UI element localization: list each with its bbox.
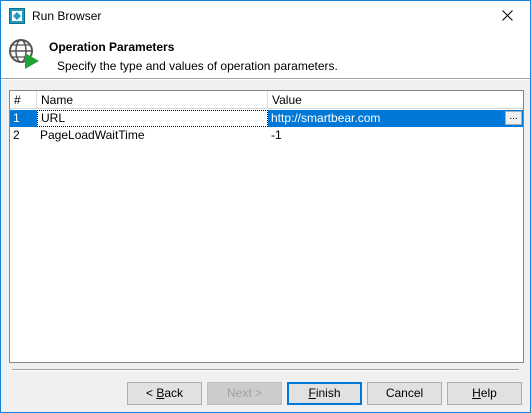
window-title: Run Browser	[32, 9, 102, 23]
parameters-grid[interactable]: # Name Value 1 URL http://smartbear.com …	[9, 90, 524, 363]
column-header-value[interactable]: Value	[268, 91, 523, 109]
edit-value-button[interactable]: ...	[505, 111, 522, 125]
row-number: 1	[10, 110, 37, 127]
help-button[interactable]: Help	[447, 382, 522, 405]
param-name-cell[interactable]: PageLoadWaitTime	[37, 127, 268, 144]
cancel-button[interactable]: Cancel	[367, 382, 442, 405]
globe-play-icon	[9, 39, 39, 69]
param-value-cell[interactable]: http://smartbear.com ...	[268, 110, 523, 127]
page-subtitle: Specify the type and values of operation…	[57, 59, 338, 73]
next-button[interactable]: Next >	[207, 382, 282, 405]
back-label-suffix: ack	[164, 386, 184, 400]
finish-label-suffix: inish	[315, 386, 341, 400]
param-value-cell[interactable]: -1	[268, 127, 523, 144]
param-value-text: -1	[271, 128, 282, 142]
run-browser-dialog: Run Browser Operation Parameters Specify…	[0, 0, 531, 413]
header-divider-highlight	[1, 79, 530, 80]
close-icon	[501, 10, 513, 21]
wizard-header: Operation Parameters Specify the type an…	[1, 31, 530, 78]
help-label-suffix: elp	[480, 386, 497, 400]
param-name-cell[interactable]: URL	[37, 110, 268, 127]
table-row[interactable]: 2 PageLoadWaitTime -1	[10, 127, 523, 144]
footer-divider-highlight	[12, 370, 519, 371]
page-title: Operation Parameters	[49, 40, 175, 54]
finish-label-access-key: F	[308, 386, 316, 400]
finish-button[interactable]: Finish	[287, 382, 362, 405]
column-header-number[interactable]: #	[10, 91, 37, 109]
back-button[interactable]: < Back	[127, 382, 202, 405]
app-icon	[9, 8, 25, 24]
grid-header: # Name Value	[10, 91, 523, 109]
column-header-name[interactable]: Name	[37, 91, 268, 109]
table-row[interactable]: 1 URL http://smartbear.com ...	[10, 110, 523, 127]
title-bar[interactable]: Run Browser	[1, 1, 530, 31]
help-label-access-key: H	[472, 386, 481, 400]
back-label-prefix: <	[145, 386, 157, 400]
close-button[interactable]	[484, 1, 530, 30]
param-value-text: http://smartbear.com	[271, 111, 381, 125]
row-number: 2	[13, 128, 20, 142]
